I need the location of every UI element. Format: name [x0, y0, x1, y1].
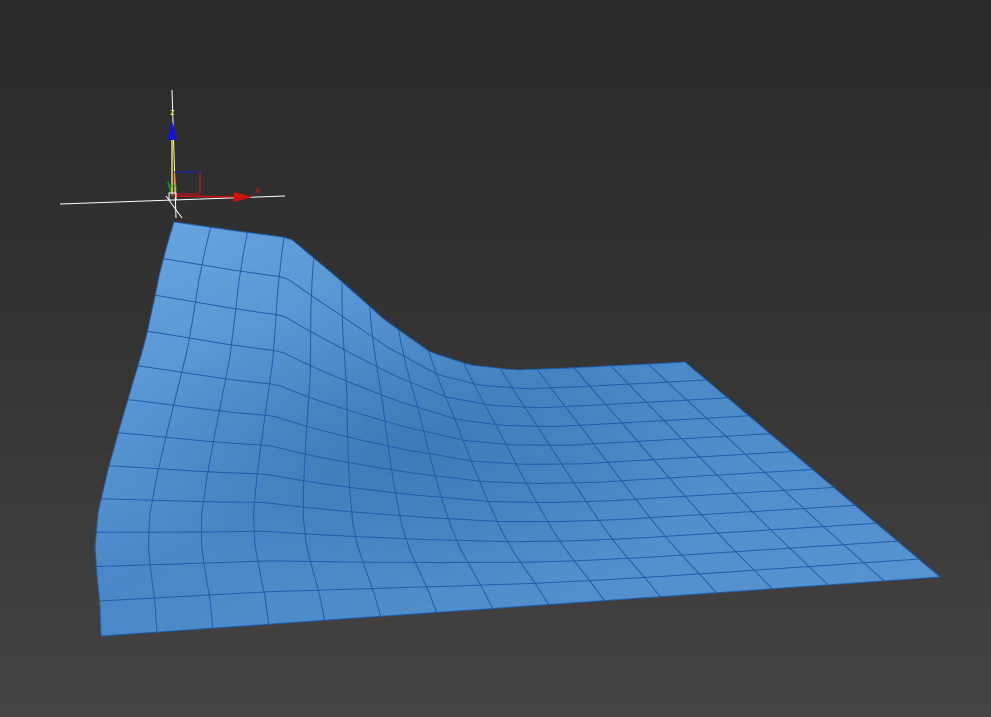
z-axis-label: z	[170, 108, 175, 118]
xz-plane-handle[interactable]	[173, 171, 201, 195]
z-axis-arrow-icon[interactable]	[167, 120, 177, 140]
x-axis-arrow-icon[interactable]	[234, 192, 252, 202]
transform-gizmo[interactable]: z x	[59, 89, 286, 219]
x-axis-label: x	[255, 186, 261, 196]
deformed-plane-mesh[interactable]	[94, 221, 941, 637]
3d-viewport[interactable]: z x	[0, 0, 991, 717]
mesh-shading	[95, 222, 941, 636]
x-axis-line[interactable]	[171, 195, 237, 198]
perspective-scene[interactable]: z x	[0, 0, 991, 717]
